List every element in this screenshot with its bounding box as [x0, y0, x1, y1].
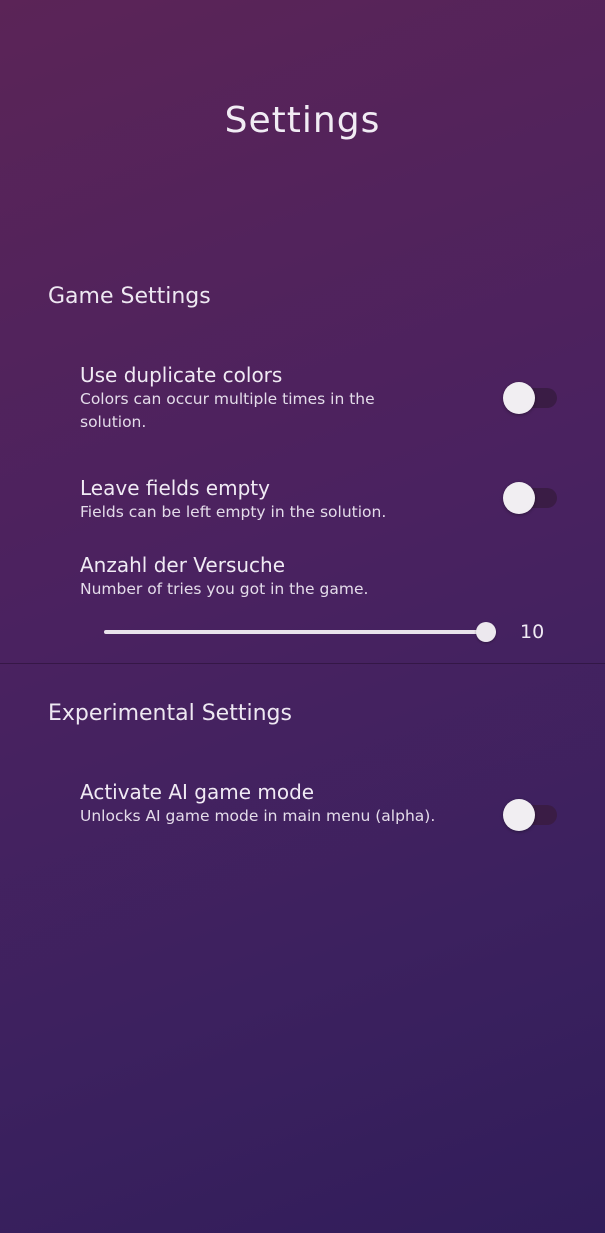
- ai-mode-setting: Activate AI game mode Unlocks AI game mo…: [80, 779, 480, 828]
- section-divider: [0, 663, 605, 664]
- duplicate-colors-title: Use duplicate colors: [80, 363, 283, 387]
- empty-fields-toggle[interactable]: [503, 482, 557, 514]
- tries-slider-track: [104, 630, 496, 634]
- duplicate-colors-description: Colors can occur multiple times in the s…: [80, 390, 375, 431]
- page-title: Settings: [224, 100, 381, 141]
- empty-fields-toggle-thumb: [503, 482, 535, 514]
- ai-mode-description: Unlocks AI game mode in main menu (alpha…: [80, 807, 436, 825]
- tries-slider[interactable]: [104, 621, 496, 643]
- ai-mode-toggle-thumb: [503, 799, 535, 831]
- empty-fields-description: Fields can be left empty in the solution…: [80, 503, 387, 521]
- empty-fields-title: Leave fields empty: [80, 476, 270, 500]
- game-settings-section-title: Game Settings: [48, 284, 211, 309]
- empty-fields-setting: Leave fields empty Fields can be left em…: [80, 475, 480, 524]
- tries-value: 10: [520, 621, 545, 643]
- ai-mode-title: Activate AI game mode: [80, 780, 315, 804]
- ai-mode-toggle[interactable]: [503, 799, 557, 831]
- tries-description: Number of tries you got in the game.: [80, 580, 369, 598]
- tries-setting: Anzahl der Versuche Number of tries you …: [80, 552, 480, 601]
- duplicate-colors-setting: Use duplicate colors Colors can occur mu…: [80, 362, 480, 434]
- tries-title: Anzahl der Versuche: [80, 553, 286, 577]
- experimental-settings-section-title: Experimental Settings: [48, 701, 292, 726]
- tries-slider-thumb[interactable]: [476, 622, 496, 642]
- duplicate-colors-toggle[interactable]: [503, 382, 557, 414]
- duplicate-colors-toggle-thumb: [503, 382, 535, 414]
